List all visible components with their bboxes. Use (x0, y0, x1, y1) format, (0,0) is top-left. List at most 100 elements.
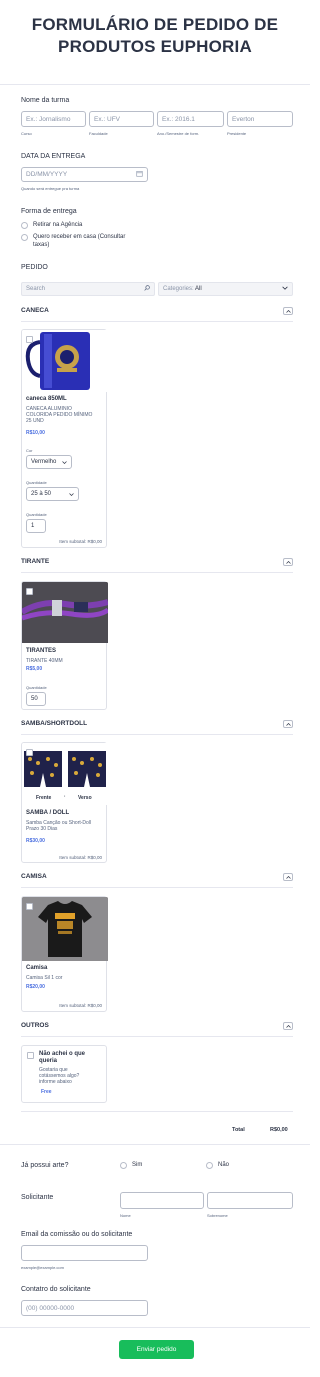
pedido-label: PEDIDO (21, 264, 48, 271)
section-caneca-collapse[interactable] (283, 307, 293, 315)
samba-image: Frente · Verso (22, 743, 108, 805)
chevron-up-icon (285, 309, 291, 313)
curso-sublabel: Curso (21, 131, 32, 136)
email-label: Email da comissão ou do solicitante (21, 1231, 133, 1238)
presidente-sublabel: Presidente (227, 131, 247, 136)
section-tirante-title: TIRANTE (21, 558, 50, 565)
product-card-caneca[interactable]: caneca 850ML CANECA ALUMINIO COLORIDA PE… (21, 329, 108, 548)
caneca-cor-label: Cor (26, 448, 33, 453)
camisa-name: Camisa (26, 965, 48, 971)
tirantes-desc: TIRANTE 40MM (26, 658, 63, 664)
email-input[interactable] (21, 1245, 148, 1261)
ano-input[interactable]: Ex.: 2016.1 (157, 111, 224, 127)
search-icon[interactable] (144, 285, 150, 293)
divider (21, 321, 293, 322)
product-card-samba[interactable]: Frente · Verso SAMBA / DOLL Samba Canção… (21, 742, 108, 863)
radio-arte-nao[interactable] (206, 1162, 213, 1169)
tirantes-qtd-input[interactable]: 50 (26, 692, 46, 706)
caneca-price: R$10,00 (26, 430, 45, 436)
chevron-up-icon (285, 722, 291, 726)
calendar-icon[interactable] (136, 170, 143, 179)
section-caneca-title: CANECA (21, 307, 49, 314)
caneca-image (22, 330, 108, 392)
radio-receber[interactable] (21, 234, 28, 241)
divider (21, 572, 293, 573)
presidente-input[interactable]: Everton (227, 111, 293, 127)
caneca-checkbox[interactable] (26, 336, 33, 343)
form-title: FORMULÁRIO DE PEDIDO DE PRODUTOS EUPHORI… (0, 14, 310, 58)
divider (21, 887, 293, 888)
caneca-qtd-select[interactable]: 25 à 50 (26, 487, 79, 501)
solicitante-label: Solicitante (21, 1194, 54, 1201)
caneca-qtd-label: Quantidade (26, 480, 47, 485)
caneca-name: caneca 850ML (26, 396, 67, 402)
radio-retirar[interactable] (21, 222, 28, 229)
section-camisa-collapse[interactable] (283, 873, 293, 881)
first-name-sublabel: Nome (120, 1213, 131, 1218)
caneca-subtotal: Item subtotal: R$0,00 (59, 539, 102, 544)
form-title-line1: FORMULÁRIO DE PEDIDO DE (31, 15, 279, 34)
samba-price: R$30,00 (26, 838, 45, 844)
product-card-outros[interactable]: Não achei o que queria Gostaria que cotá… (21, 1045, 107, 1103)
radio-arte-sim[interactable] (120, 1162, 127, 1169)
camisa-checkbox[interactable] (26, 903, 33, 910)
chevron-down-icon (62, 460, 67, 464)
entrega-label: DATA DA ENTREGA (21, 153, 86, 160)
tirantes-qtd-label: Quantidade (26, 685, 47, 690)
caneca-cor-select[interactable]: Vermelho (26, 455, 72, 469)
categories-value: All (195, 286, 202, 292)
outros-checkbox[interactable] (27, 1052, 34, 1059)
caneca-desc-line3: 25 UND (26, 418, 44, 424)
solicitante-last-name[interactable] (207, 1192, 293, 1209)
samba-subtotal: Item subtotal: R$0,00 (59, 855, 102, 860)
contato-input[interactable]: (00) 00000-0000 (21, 1300, 148, 1316)
caneca-qtd-value: 25 à 50 (31, 491, 52, 497)
camisa-image (22, 897, 108, 961)
entrega-placeholder: DD/MM/YYYY (26, 171, 68, 178)
radio-retirar-label: Retirar na Agência (33, 222, 83, 228)
submit-button[interactable]: Enviar pedido (119, 1340, 194, 1359)
outros-price: Free (41, 1089, 52, 1095)
solicitante-first-name[interactable] (120, 1192, 204, 1209)
outros-desc-line3: informe abaixo (39, 1079, 72, 1085)
divider (21, 1111, 293, 1112)
total-value: R$0,00 (270, 1127, 288, 1133)
product-search-input[interactable]: Search (21, 282, 155, 296)
categories-text: Categories: All (163, 286, 202, 292)
section-samba-collapse[interactable] (283, 720, 293, 728)
camisa-desc: Camisa Sil 1 cor (26, 975, 63, 981)
categories-select[interactable]: Categories: All (158, 282, 293, 296)
samba-desc-line2: Prazo 30 Dias (26, 826, 58, 832)
chevron-down-icon (69, 492, 74, 496)
ano-sublabel: Ano./Semestre de form. (157, 131, 200, 136)
divider (21, 1036, 293, 1037)
radio-receber-label-line1: Quero receber em casa (Consultar (33, 234, 126, 240)
samba-checkbox[interactable] (26, 749, 33, 756)
outros-description: Gostaria que cotássemos algo? informe ab… (39, 1067, 79, 1085)
chevron-up-icon (285, 1024, 291, 1028)
radio-receber-label: Quero receber em casa (Consultar taxas) (33, 233, 125, 249)
outros-name-line1: Não achei o que (39, 1051, 86, 1057)
tirantes-name: TIRANTES (26, 648, 56, 654)
entrega-sublabel: Quando será entregue pra turma (21, 186, 80, 191)
product-card-camisa[interactable]: Camisa Camisa Sil 1 cor R$20,00 Item sub… (21, 896, 108, 1012)
caneca-qtd2-input[interactable]: 1 (26, 519, 46, 533)
entrega-date-input[interactable]: DD/MM/YYYY (21, 167, 148, 182)
tirantes-checkbox[interactable] (26, 588, 33, 595)
chevron-down-icon (282, 286, 288, 292)
section-outros-collapse[interactable] (283, 1022, 293, 1030)
outros-name: Não achei o que queria (39, 1051, 85, 1065)
section-tirante-collapse[interactable] (283, 558, 293, 566)
samba-name: SAMBA / DOLL (26, 810, 70, 816)
section-outros-title: OUTROS (21, 1022, 49, 1029)
caneca-description: CANECA ALUMINIO COLORIDA PEDIDO MÍNIMO 2… (26, 406, 92, 424)
faculdade-input[interactable]: Ex.: UFV (89, 111, 154, 127)
samba-description: Samba Canção ou Short-Doll Prazo 30 Dias (26, 820, 91, 832)
section-samba-title: SAMBA/SHORTDOLL (21, 720, 88, 727)
radio-receber-label-line2: taxas) (33, 242, 50, 248)
divider (0, 1327, 310, 1328)
curso-input[interactable]: Ex.: Jornalismo (21, 111, 86, 127)
product-card-tirantes[interactable]: TIRANTES TIRANTE 40MM R$5,00 Quantidade … (21, 581, 108, 710)
contato-label: Contatro do solicitante (21, 1286, 91, 1293)
chevron-up-icon (285, 560, 291, 564)
